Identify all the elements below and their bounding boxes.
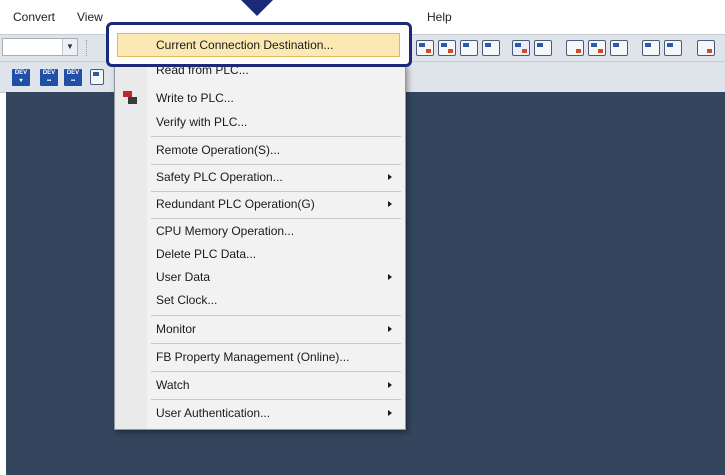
monitor-write-icon[interactable] [460, 40, 478, 56]
menu-item-current-connection-destination[interactable]: Current Connection Destination... [117, 33, 400, 57]
device-monitor-icon[interactable] [512, 40, 530, 56]
chevron-down-icon[interactable]: ▼ [62, 39, 77, 55]
menu-item-monitor[interactable]: Monitor [115, 318, 405, 340]
toolbar-combo[interactable]: ▼ [2, 38, 78, 56]
menu-convert[interactable]: Convert [13, 6, 55, 28]
menu-separator [151, 343, 401, 344]
menu-item-delete-plc-data[interactable]: Delete PLC Data... [115, 243, 405, 265]
submenu-arrow-icon [388, 274, 392, 280]
device-batch-icon[interactable] [534, 40, 552, 56]
menu-help[interactable]: Help [427, 6, 452, 28]
menu-separator [151, 191, 401, 192]
verify-plc-icon[interactable] [610, 40, 628, 56]
callout-pointer-arrow-icon [241, 0, 273, 16]
device-dropdown-icon[interactable]: DEV ▾ [12, 69, 30, 86]
menu-separator [151, 399, 401, 400]
menu-item-remote-operation[interactable]: Remote Operation(S)... [115, 139, 405, 161]
menu-item-redundant-plc-operation[interactable]: Redundant PLC Operation(G) [115, 193, 405, 215]
write-to-plc-icon [123, 91, 137, 104]
menu-item-fb-property-management[interactable]: FB Property Management (Online)... [115, 346, 405, 368]
menu-item-safety-plc-operation[interactable]: Safety PLC Operation... [115, 166, 405, 188]
toolbar-grip[interactable] [86, 40, 90, 56]
online-menu-dropdown: Read from PLC... Write to PLC... Verify … [114, 63, 406, 430]
submenu-arrow-icon [388, 326, 392, 332]
menu-item-verify-with-plc[interactable]: Verify with PLC... [115, 111, 405, 133]
menu-item-user-data[interactable]: User Data [115, 266, 405, 288]
menu-separator [151, 164, 401, 165]
toolbar-overflow-icon[interactable] [90, 69, 104, 85]
monitor-read-icon[interactable] [482, 40, 500, 56]
menu-separator [151, 371, 401, 372]
menu-item-write-to-plc[interactable]: Write to PLC... [115, 87, 405, 109]
menu-item-watch[interactable]: Watch [115, 374, 405, 396]
menu-separator [151, 218, 401, 219]
submenu-arrow-icon [388, 382, 392, 388]
read-plc-icon[interactable] [566, 40, 584, 56]
network-icon[interactable] [697, 40, 715, 56]
connect-icon[interactable] [642, 40, 660, 56]
device-batch-list-icon[interactable]: DEV ▪▪ [64, 69, 82, 86]
submenu-arrow-icon [388, 174, 392, 180]
monitor-start-icon[interactable] [416, 40, 434, 56]
menu-separator [151, 136, 401, 137]
menu-separator [151, 315, 401, 316]
menu-view[interactable]: View [77, 6, 103, 28]
monitor-stop-icon[interactable] [438, 40, 456, 56]
device-list-icon[interactable]: DEV ▪▪ [40, 69, 58, 86]
menu-item-cpu-memory-operation[interactable]: CPU Memory Operation... [115, 220, 405, 242]
menu-item-set-clock[interactable]: Set Clock... [115, 289, 405, 311]
write-plc-icon[interactable] [588, 40, 606, 56]
submenu-arrow-icon [388, 201, 392, 207]
submenu-arrow-icon [388, 410, 392, 416]
menu-item-user-authentication[interactable]: User Authentication... [115, 402, 405, 424]
disconnect-icon[interactable] [664, 40, 682, 56]
